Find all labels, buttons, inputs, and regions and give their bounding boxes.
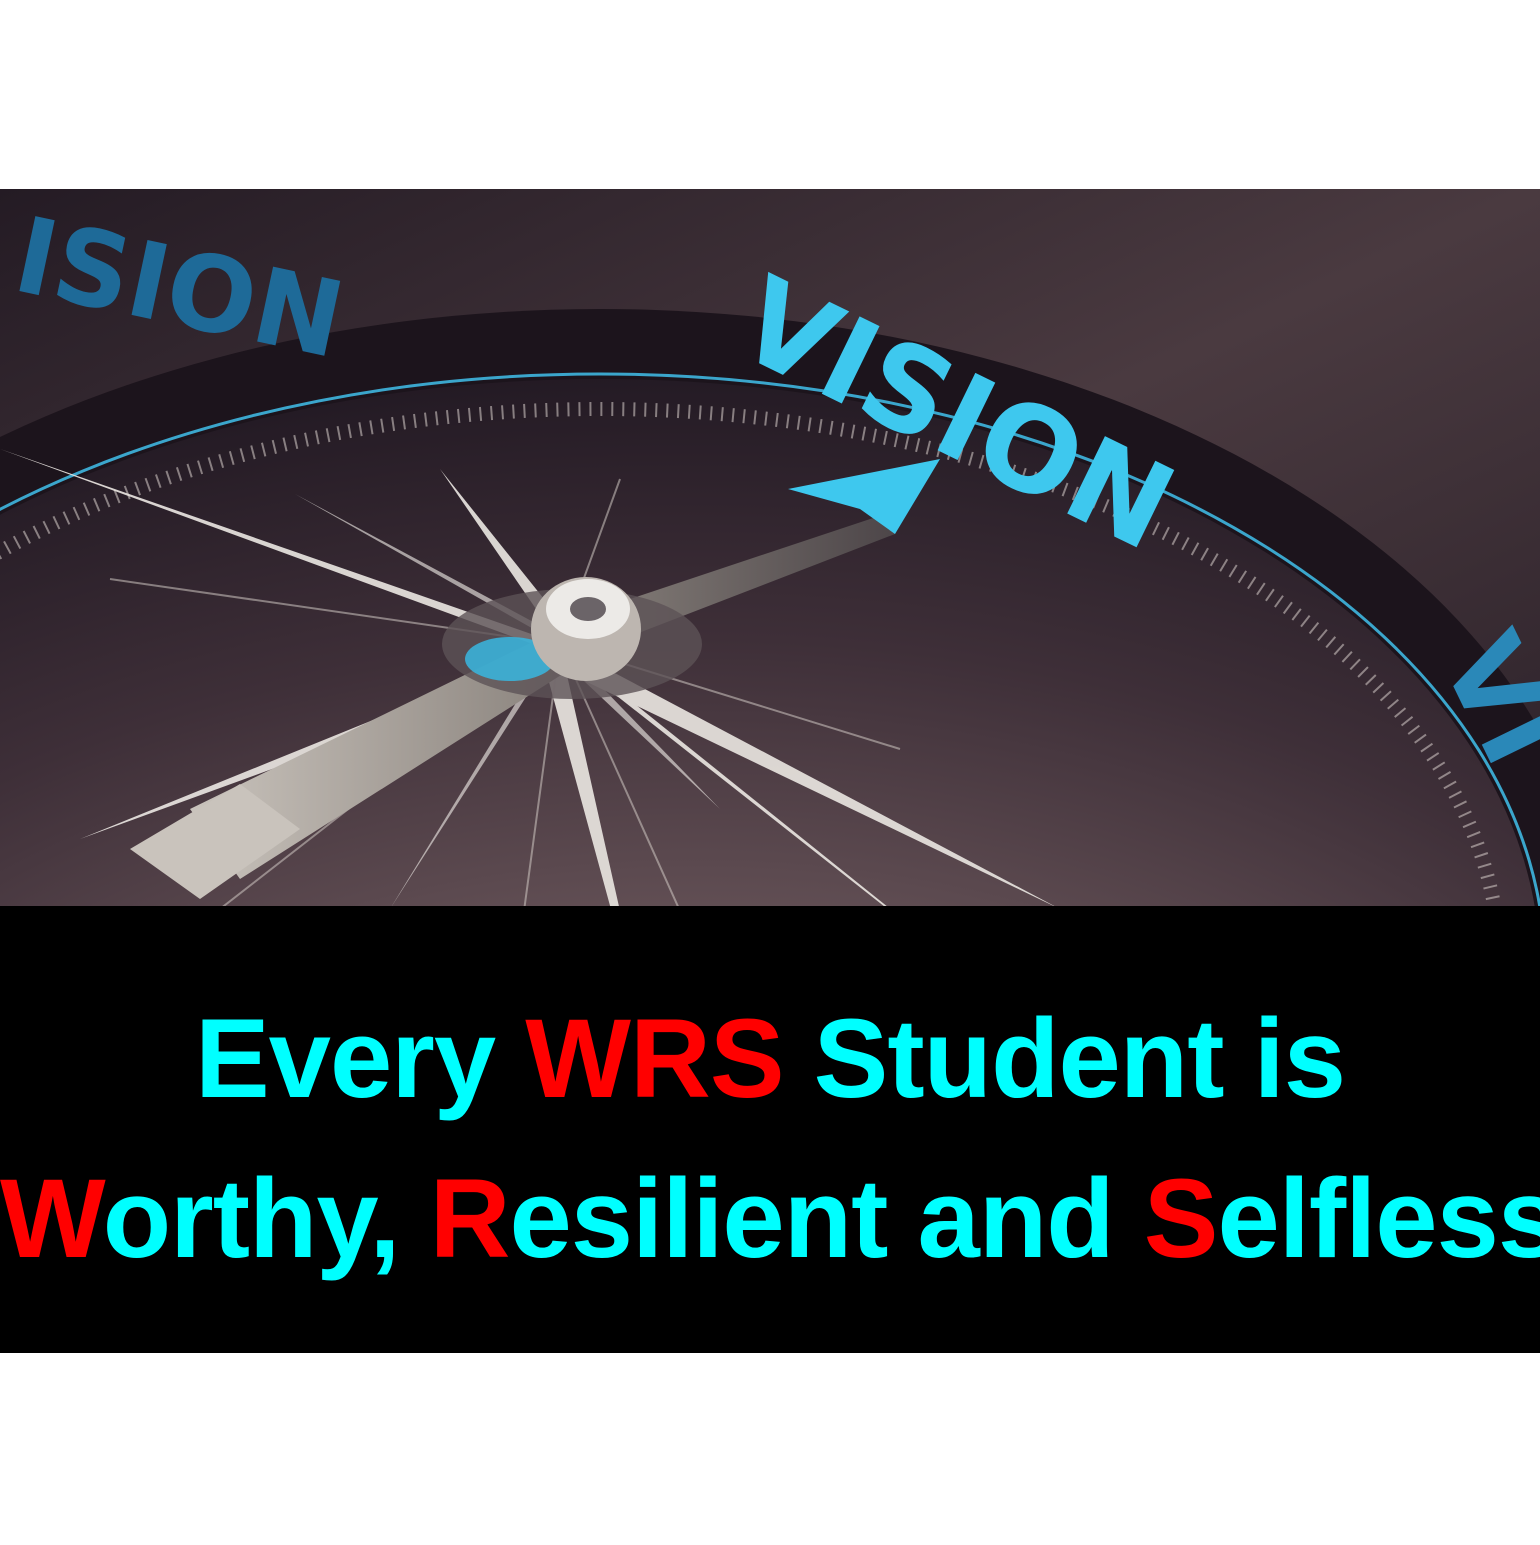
caption-student-is: Student is xyxy=(783,996,1346,1121)
caption-elfless: elfless xyxy=(1217,1156,1540,1281)
caption-esilient: esilient and xyxy=(509,1156,1144,1281)
caption-line-1: Every WRS Student is xyxy=(0,1003,1540,1115)
caption-line-2: Worthy, Resilient and Selfless xyxy=(0,1163,1540,1275)
caption-r: R xyxy=(429,1156,511,1281)
compass-photo: ISION VISION VI xyxy=(0,189,1540,906)
compass-illustration: ISION VISION VI xyxy=(0,189,1540,906)
poster: ISION VISION VI Every WRS Student is Wor… xyxy=(0,0,1540,1545)
caption-w: W xyxy=(0,1156,104,1281)
caption-banner xyxy=(0,906,1540,1353)
caption-wrs: WRS xyxy=(525,996,784,1121)
caption-every: Every xyxy=(194,996,526,1121)
caption-orthy: orthy, xyxy=(102,1156,430,1281)
caption-s: S xyxy=(1143,1156,1219,1281)
